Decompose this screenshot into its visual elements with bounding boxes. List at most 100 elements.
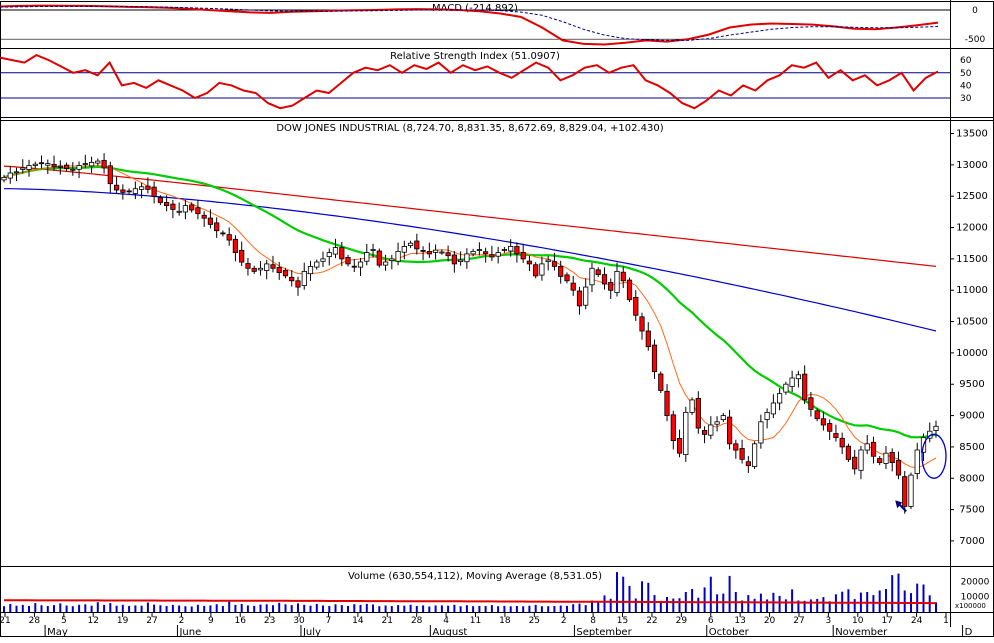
candle-body-up <box>432 249 439 253</box>
candlestick <box>845 443 852 462</box>
candle-body-up <box>789 377 795 387</box>
candlestick <box>426 242 433 258</box>
candlestick <box>64 162 70 172</box>
candlestick <box>770 394 777 419</box>
candle-body-up <box>182 205 188 213</box>
candle-body-down <box>651 344 658 373</box>
candlestick <box>827 419 833 441</box>
candlestick <box>32 161 38 169</box>
rsi-panel: Relative Strength Index (51.0907) 60 50 40… <box>0 51 972 110</box>
price-label: DOW JONES INDUSTRIAL (8,724.70, 8,831.35… <box>276 123 663 134</box>
price-tick-label: 10500 <box>956 317 988 328</box>
candle-body-down <box>163 202 170 206</box>
price-tick-label: 13500 <box>956 129 988 140</box>
candle-body-up <box>539 263 545 276</box>
candle-body-up <box>70 168 76 171</box>
candle-body-up <box>395 250 401 262</box>
candle-body-up <box>138 186 145 190</box>
candlestick <box>132 181 138 200</box>
candle-body-down <box>677 437 683 454</box>
candlestick <box>864 435 870 455</box>
candle-body-up <box>7 172 13 179</box>
candlestick <box>833 424 839 442</box>
candle-body-down <box>351 265 357 268</box>
candlestick <box>57 160 63 175</box>
price-panel: DOW JONES INDUSTRIAL (8,724.70, 8,831.35… <box>1 123 988 547</box>
candlestick <box>677 429 683 458</box>
candlestick <box>839 432 845 455</box>
price-tick-label: 11500 <box>956 254 988 265</box>
chart-canvas: MACD (-214.892) 0 -500 Relative Strength … <box>0 0 994 638</box>
price-tick-label: 11000 <box>956 285 988 296</box>
candle-body-down <box>608 282 614 291</box>
candlestick <box>70 162 76 176</box>
candlestick <box>633 290 639 321</box>
candle-body-up <box>1 176 7 181</box>
rsi-tick-label: 60 <box>960 56 972 66</box>
candle-body-down <box>345 256 351 265</box>
candle-body-down <box>658 373 664 391</box>
x-tick-label: 21 <box>382 616 393 626</box>
candlestick <box>232 235 238 262</box>
candle-body-up <box>364 252 370 262</box>
x-axis: 21 28 5 12 19 27 2 9 16 23 30 7 14 21 28 4 11 18 25 2 8 15 22 2… <box>0 612 973 638</box>
candlestick <box>451 250 458 273</box>
x-tick-label: 27 <box>146 616 157 626</box>
macd-tick-label: -500 <box>965 35 986 45</box>
candle-body-down <box>239 249 245 263</box>
candlestick <box>289 270 295 287</box>
candle-body-down <box>670 414 676 441</box>
candlestick <box>495 246 501 264</box>
x-tick-label: 20 <box>764 616 776 626</box>
candlestick <box>783 381 789 395</box>
price-tick-label: 12000 <box>956 223 988 234</box>
month-label: August <box>432 627 467 638</box>
candle-body-down <box>808 397 814 410</box>
candlestick <box>101 153 107 174</box>
volume-multiplier-label: x100000 <box>955 602 986 610</box>
candlestick <box>576 286 583 315</box>
candlestick <box>176 202 182 216</box>
candlestick <box>7 165 13 184</box>
candle-body-down <box>564 274 570 282</box>
price-tick-label: 9500 <box>959 379 984 390</box>
candle-body-down <box>214 222 220 232</box>
candlestick <box>89 156 95 174</box>
month-label: November <box>835 627 888 638</box>
x-tick-label: 10 <box>852 616 864 626</box>
candle-body-down <box>445 252 451 257</box>
candle-body-up <box>914 449 920 475</box>
candlestick <box>245 257 251 276</box>
candlestick <box>257 261 264 276</box>
candle-body-down <box>126 190 132 193</box>
x-tick-label: 3 <box>826 616 832 626</box>
candle-body-down <box>870 441 877 457</box>
candlestick <box>651 339 658 379</box>
price-tick-label: 9000 <box>959 411 984 422</box>
volume-moving-average-line <box>4 599 936 605</box>
candle-body-down <box>114 184 120 191</box>
candle-body-down <box>802 373 808 401</box>
price-tick-label: 12500 <box>956 191 988 202</box>
candle-body-down <box>570 282 576 291</box>
candlestick <box>182 199 188 220</box>
x-tick-label: 7 <box>326 616 332 626</box>
candlestick <box>570 275 576 296</box>
candlestick <box>320 251 326 267</box>
x-tick-label: 29 <box>676 616 688 626</box>
candlestick <box>314 259 320 270</box>
candlestick <box>476 242 483 256</box>
candlestick <box>539 256 545 281</box>
candlestick <box>601 267 608 290</box>
candlestick <box>526 255 533 272</box>
month-label: D <box>965 627 973 638</box>
rsi-tick-label: 50 <box>960 69 972 79</box>
candle-body-up <box>758 421 764 444</box>
candlestick <box>745 456 752 473</box>
candlestick <box>889 448 895 472</box>
ma-200-line <box>3 165 937 267</box>
candle-body-up <box>864 443 870 451</box>
candle-body-up <box>264 263 270 271</box>
candlestick <box>927 422 933 443</box>
candlestick <box>201 211 207 227</box>
